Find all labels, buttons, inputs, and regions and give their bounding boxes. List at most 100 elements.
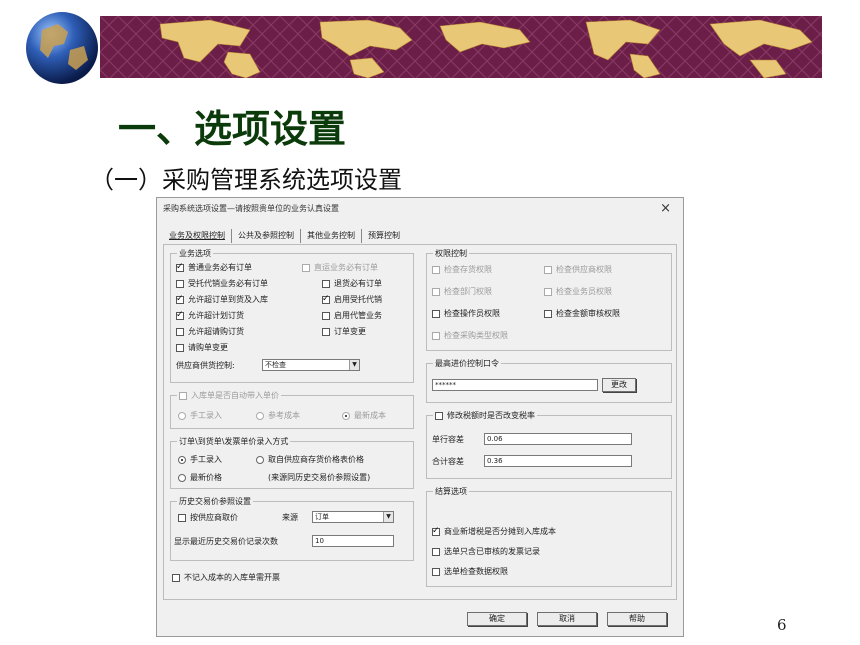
- radio[interactable]: [178, 474, 186, 482]
- records-input[interactable]: 10: [312, 535, 394, 547]
- radio-price-manual[interactable]: 手工录入: [178, 455, 222, 465]
- checkbox[interactable]: [176, 294, 184, 304]
- supplier-control-select[interactable]: 不检查 ▼: [262, 359, 360, 371]
- checkbox[interactable]: [172, 574, 180, 582]
- world-map-pattern: [100, 16, 822, 78]
- checkbox[interactable]: [432, 568, 440, 576]
- settle-approved-only[interactable]: 选单只含已审核的发票记录: [432, 547, 540, 557]
- line-tolerance-input[interactable]: 0.06: [484, 433, 632, 445]
- perm-supplier[interactable]: 检查供应商权限: [544, 265, 612, 275]
- opt-agency[interactable]: 启用代管业务: [322, 311, 382, 321]
- group-title: 修改税额时是否改变税率: [433, 410, 537, 421]
- slide-title: 一、选项设置: [118, 106, 347, 151]
- checkbox[interactable]: [176, 310, 184, 320]
- checkbox[interactable]: [432, 548, 440, 556]
- checkbox[interactable]: [302, 264, 310, 272]
- radio[interactable]: [256, 456, 264, 464]
- checkbox[interactable]: [432, 332, 440, 340]
- cancel-button[interactable]: 取消: [537, 612, 597, 626]
- radio[interactable]: [342, 412, 350, 420]
- radio-price-from-list[interactable]: 取自供应商存货价格表价格: [256, 455, 364, 465]
- checkbox[interactable]: [432, 266, 440, 274]
- opt-over-plan[interactable]: 允许超计划订货: [176, 310, 244, 321]
- checkbox[interactable]: [432, 288, 440, 296]
- chevron-down-icon[interactable]: ▼: [383, 512, 393, 522]
- group-title: 权限控制: [433, 248, 469, 259]
- tab-public-reference[interactable]: 公共及参照控制: [231, 229, 300, 243]
- perm-department[interactable]: 检查部门权限: [432, 287, 492, 297]
- tab-bar: 业务及权限控制 公共及参照控制 其他业务控制 预算控制: [163, 229, 406, 243]
- total-tolerance-input[interactable]: 0.36: [484, 455, 632, 467]
- checkbox[interactable]: [179, 391, 187, 400]
- change-password-button[interactable]: 更改: [602, 378, 636, 392]
- purchase-options-dialog: 采购系统选项设置—请按照贵单位的业务认真设置 × 业务及权限控制 公共及参照控制…: [156, 197, 684, 637]
- perm-amount-audit[interactable]: 检查金额审核权限: [544, 309, 620, 319]
- header-map-band: [100, 16, 822, 78]
- ok-button[interactable]: 确定: [467, 612, 527, 626]
- perm-purchase-type[interactable]: 检查采购类型权限: [432, 331, 508, 341]
- settle-tax-allocate[interactable]: 商业新增税是否分摊到入库成本: [432, 526, 556, 537]
- group-title: 业务选项: [177, 248, 213, 259]
- opt-enable-consign[interactable]: 启用受托代销: [322, 294, 382, 305]
- checkbox[interactable]: [176, 262, 184, 272]
- history-price-group: 历史交易价参照设置: [170, 496, 414, 561]
- opt-by-supplier[interactable]: 按供应商取价: [178, 513, 238, 523]
- radio-latest-cost[interactable]: 最新成本: [342, 411, 386, 421]
- opt-requisition-change[interactable]: 请购单变更: [176, 343, 228, 353]
- checkbox[interactable]: [176, 280, 184, 288]
- supplier-control-label: 供应商供货控制:: [176, 361, 235, 370]
- tab-other-business[interactable]: 其他业务控制: [300, 229, 361, 243]
- help-button[interactable]: 帮助: [607, 612, 667, 626]
- close-icon[interactable]: ×: [660, 201, 671, 216]
- checkbox[interactable]: [432, 310, 440, 318]
- radio[interactable]: [256, 412, 264, 420]
- checkbox[interactable]: [178, 514, 186, 522]
- checkbox[interactable]: [322, 312, 330, 320]
- checkbox[interactable]: [544, 288, 552, 296]
- opt-over-requisition[interactable]: 允许超请购订货: [176, 327, 244, 337]
- checkbox[interactable]: [322, 294, 330, 304]
- perm-inventory[interactable]: 检查存货权限: [432, 265, 492, 275]
- slide-subtitle: （一）采购管理系统选项设置: [90, 166, 402, 194]
- checkbox[interactable]: [432, 526, 440, 536]
- checkbox[interactable]: [322, 280, 330, 288]
- line-tolerance-label: 单行容差: [432, 435, 464, 444]
- radio[interactable]: [178, 456, 186, 464]
- perm-salesman[interactable]: 检查业务员权限: [544, 287, 612, 297]
- settle-data-permission[interactable]: 选单检查数据权限: [432, 567, 508, 577]
- radio-price-latest[interactable]: 最新价格: [178, 473, 222, 483]
- radio-manual-entry[interactable]: 手工录入: [178, 411, 222, 421]
- opt-normal-order[interactable]: 普通业务必有订单: [176, 262, 252, 273]
- group-title: 结算选项: [433, 486, 469, 497]
- checkbox[interactable]: [435, 411, 443, 420]
- opt-over-arrival[interactable]: 允许超订单到货及入库: [176, 294, 268, 305]
- perm-operator[interactable]: 检查操作员权限: [432, 309, 500, 319]
- tab-content: 业务选项 普通业务必有订单 直运业务必有订单 受托代销业务必有订单 退货必有订单…: [163, 244, 677, 600]
- records-label: 显示最近历史交易价记录次数: [174, 537, 278, 546]
- opt-direct-order[interactable]: 直运业务必有订单: [302, 263, 378, 273]
- tab-budget[interactable]: 预算控制: [361, 229, 406, 243]
- checkbox[interactable]: [322, 328, 330, 336]
- opt-return-order[interactable]: 退货必有订单: [322, 279, 382, 289]
- checkbox[interactable]: [176, 328, 184, 336]
- source-select[interactable]: 订单 ▼: [312, 511, 394, 523]
- opt-not-in-cost[interactable]: 不记入成本的入库单需开票: [172, 573, 280, 583]
- checkbox[interactable]: [176, 344, 184, 352]
- radio[interactable]: [178, 412, 186, 420]
- source-label: 来源: [282, 513, 298, 522]
- total-tolerance-label: 合计容差: [432, 457, 464, 466]
- checkbox[interactable]: [544, 266, 552, 274]
- radio-reference-cost[interactable]: 参考成本: [256, 411, 300, 421]
- tax-rate-group: 修改税额时是否改变税率: [426, 410, 672, 479]
- dialog-title: 采购系统选项设置—请按照贵单位的业务认真设置: [163, 204, 339, 213]
- chevron-down-icon[interactable]: ▼: [349, 360, 359, 370]
- opt-consign-order[interactable]: 受托代销业务必有订单: [176, 279, 268, 289]
- price-source-note: (来源同历史交易价参照设置): [268, 473, 371, 482]
- checkbox[interactable]: [544, 310, 552, 318]
- opt-order-change[interactable]: 订单变更: [322, 327, 366, 337]
- group-title: 入库单是否自动带入单价: [177, 390, 281, 401]
- password-input[interactable]: ******: [432, 379, 598, 391]
- tab-business-permission[interactable]: 业务及权限控制: [163, 229, 231, 243]
- group-title: 历史交易价参照设置: [177, 496, 253, 507]
- group-title: 最高进价控制口令: [433, 358, 501, 369]
